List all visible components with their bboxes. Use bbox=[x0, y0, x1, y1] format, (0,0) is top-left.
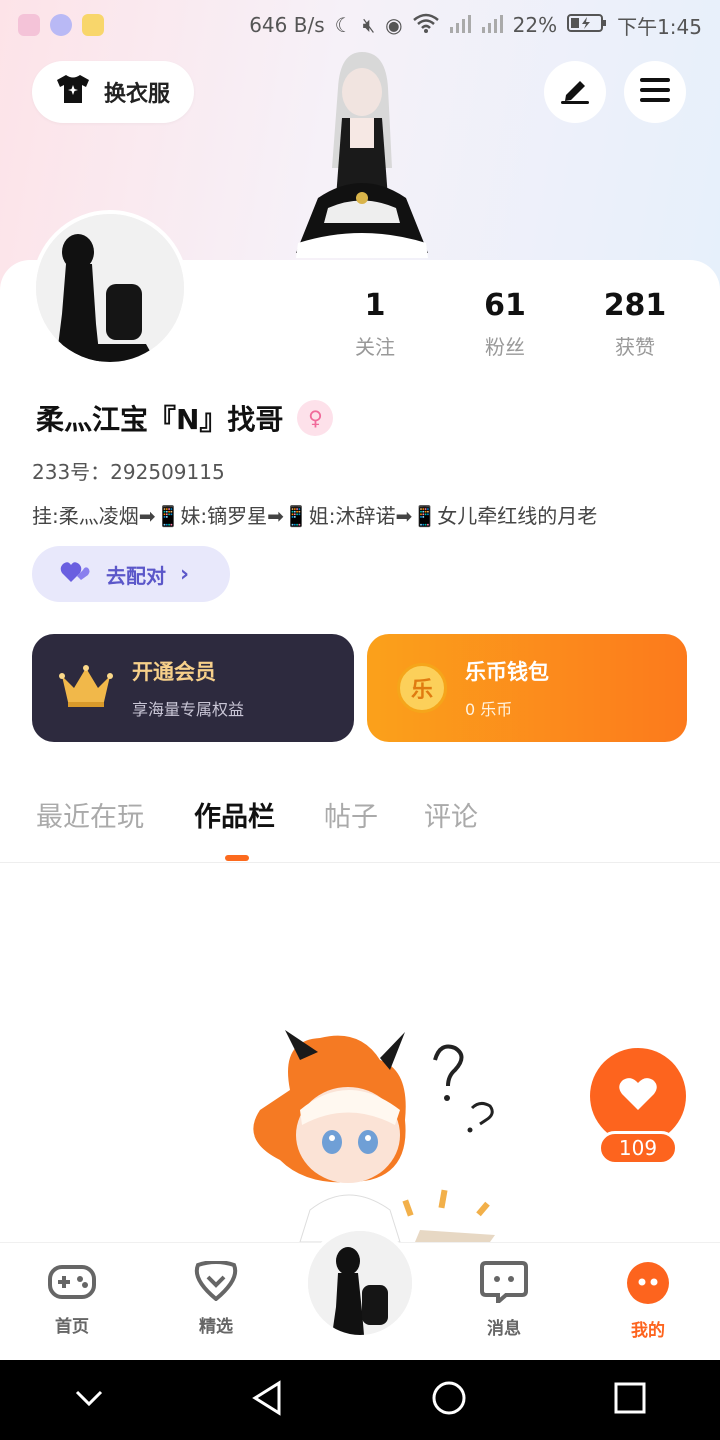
avatar[interactable] bbox=[32, 210, 188, 366]
nav-me-label: 我的 bbox=[631, 1321, 665, 1341]
eye-icon: ◉ bbox=[385, 13, 403, 37]
vip-title: 开通会员 bbox=[132, 660, 216, 684]
user-id: 233号：292509115 bbox=[32, 460, 225, 484]
nav-messages[interactable]: 消息 bbox=[464, 1261, 544, 1339]
nav-me[interactable]: 我的 bbox=[608, 1261, 688, 1341]
bio-text: 挂:柔灬凌烟➡📱妹:镝罗星➡📱姐:沐辞诺➡📱女儿牵红线的月老 bbox=[32, 504, 598, 528]
menu-button[interactable] bbox=[624, 61, 686, 123]
empty-state-illustration bbox=[240, 1030, 510, 1243]
heart-chat-icon bbox=[192, 1260, 240, 1306]
profile-stats: 1 关注 61 粉丝 281 获赞 bbox=[310, 288, 700, 360]
battery-icon bbox=[567, 13, 607, 38]
followers-label: 粉丝 bbox=[485, 335, 525, 359]
home-circle-icon[interactable] bbox=[431, 1380, 467, 1420]
wallet-balance: 0 乐币 bbox=[465, 700, 513, 719]
likes-received-count: 281 bbox=[603, 288, 667, 323]
nickname: 柔灬江宝『N』找哥 bbox=[36, 403, 284, 436]
followers-count: 61 bbox=[484, 288, 526, 323]
gallery-icon bbox=[82, 14, 104, 36]
music-icon bbox=[50, 14, 72, 36]
app-notification-icon bbox=[18, 14, 40, 36]
nav-featured[interactable]: 精选 bbox=[176, 1260, 256, 1337]
wifi-icon bbox=[412, 13, 439, 38]
vip-membership-card[interactable]: 开通会员 享海量专属权益 bbox=[32, 634, 354, 742]
stat-followers[interactable]: 61 粉丝 bbox=[440, 288, 570, 360]
tab-posts[interactable]: 帖子 bbox=[324, 795, 378, 834]
match-button[interactable]: 去配对 › bbox=[32, 546, 230, 602]
message-icon bbox=[480, 1261, 528, 1308]
tab-works[interactable]: 作品栏 bbox=[194, 795, 275, 834]
nav-center-avatar[interactable] bbox=[304, 1227, 416, 1339]
recent-apps-icon[interactable] bbox=[614, 1382, 646, 1418]
likes-received-label: 获赞 bbox=[615, 335, 655, 359]
like-count-badge: 109 bbox=[598, 1131, 678, 1165]
pen-icon bbox=[558, 75, 592, 109]
like-floating-button[interactable] bbox=[590, 1048, 686, 1144]
bottom-navigation: 首页 精选 消息 我的 bbox=[0, 1227, 720, 1360]
heart-icon bbox=[618, 1076, 658, 1116]
wallet-card[interactable]: 乐 乐币钱包 0 乐币 bbox=[367, 634, 687, 742]
female-symbol-icon: ♀ bbox=[297, 400, 334, 436]
change-outfit-label: 换衣服 bbox=[104, 82, 171, 107]
mute-icon: 🔇︎ bbox=[362, 13, 376, 37]
avatar-3d-figure[interactable] bbox=[288, 48, 436, 262]
tab-comments[interactable]: 评论 bbox=[424, 795, 478, 834]
status-bar: 646 B/s ☾ 🔇︎ ◉ 22% 下午1:45 bbox=[0, 0, 720, 50]
double-heart-icon bbox=[60, 560, 92, 589]
stat-following[interactable]: 1 关注 bbox=[310, 288, 440, 360]
nav-featured-label: 精选 bbox=[199, 1317, 233, 1337]
notification-icons bbox=[18, 14, 104, 36]
nav-messages-label: 消息 bbox=[487, 1319, 521, 1339]
edit-profile-button[interactable] bbox=[544, 61, 606, 123]
crown-icon bbox=[58, 662, 114, 714]
signal-icon bbox=[481, 13, 503, 38]
hamburger-menu-icon bbox=[639, 77, 671, 107]
gamepad-icon bbox=[48, 1261, 96, 1306]
following-count: 1 bbox=[364, 288, 386, 323]
signal-icon bbox=[449, 13, 471, 38]
wallet-title: 乐币钱包 bbox=[465, 660, 549, 684]
chevron-right-icon: › bbox=[180, 561, 190, 587]
following-label: 关注 bbox=[355, 335, 395, 359]
active-tab-indicator bbox=[225, 855, 249, 861]
moon-icon: ☾ bbox=[334, 13, 353, 37]
profile-dots-icon bbox=[626, 1261, 670, 1310]
system-navigation-bar bbox=[0, 1360, 720, 1440]
tab-recent[interactable]: 最近在玩 bbox=[36, 795, 144, 834]
stat-likes[interactable]: 281 获赞 bbox=[570, 288, 700, 360]
nickname-row: 柔灬江宝『N』找哥 ♀ bbox=[36, 398, 334, 438]
nav-home-label: 首页 bbox=[55, 1317, 89, 1337]
chevron-down-icon[interactable] bbox=[74, 1388, 104, 1412]
vip-subtitle: 享海量专属权益 bbox=[132, 700, 245, 719]
match-label: 去配对 bbox=[106, 563, 166, 588]
coin-icon: 乐 bbox=[397, 663, 447, 713]
back-icon[interactable] bbox=[251, 1380, 283, 1420]
profile-tabs: 最近在玩 作品栏 帖子 评论 bbox=[0, 795, 720, 863]
battery-percent: 22% bbox=[512, 13, 558, 37]
tshirt-icon bbox=[54, 73, 92, 111]
nav-home[interactable]: 首页 bbox=[32, 1261, 112, 1337]
system-indicators: 646 B/s ☾ 🔇︎ ◉ 22% 下午1:45 bbox=[249, 11, 702, 40]
change-outfit-button[interactable]: 换衣服 bbox=[32, 61, 194, 123]
clock: 下午1:45 bbox=[617, 14, 702, 39]
network-speed: 646 B/s bbox=[249, 13, 325, 37]
